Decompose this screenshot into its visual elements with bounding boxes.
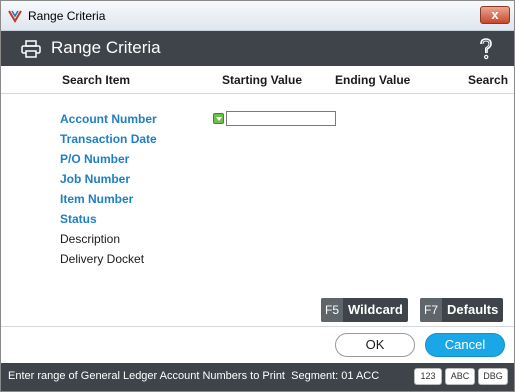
status-badge-abc: ABC [445, 368, 475, 385]
help-icon[interactable] [478, 38, 494, 60]
range-criteria-window: Range Criteria x Range Criteria Search I… [0, 0, 515, 392]
item-po-number[interactable]: P/O Number [60, 152, 129, 166]
title-bar: Range Criteria x [1, 1, 514, 31]
status-bar: Enter range of General Ledger Account Nu… [1, 363, 514, 391]
status-help-text: Enter range of General Ledger Account Nu… [8, 370, 285, 382]
footer-divider [1, 326, 514, 327]
header-bar: Range Criteria [1, 31, 514, 66]
defaults-label: Defaults [447, 302, 499, 317]
item-description[interactable]: Description [60, 232, 120, 246]
status-badge-dbg: DBG [478, 368, 508, 385]
wildcard-label: Wildcard [348, 302, 403, 317]
item-account-number[interactable]: Account Number [60, 112, 157, 126]
column-header-ending-value: Ending Value [335, 73, 411, 87]
account-number-start-input[interactable] [226, 111, 336, 126]
wildcard-button[interactable]: F5 Wildcard [321, 298, 408, 322]
status-message: Enter range of General Ledger Account Nu… [8, 370, 410, 382]
printer-icon [21, 40, 41, 58]
app-logo-icon [8, 10, 22, 23]
cancel-button[interactable]: Cancel [425, 333, 505, 357]
column-header-search: Search [468, 73, 509, 87]
status-segment: Segment: 01 ACC [291, 370, 380, 382]
wildcard-key: F5 [321, 298, 344, 322]
item-job-number[interactable]: Job Number [60, 172, 130, 186]
dropdown-arrow-icon[interactable] [213, 113, 224, 124]
item-status[interactable]: Status [60, 212, 97, 226]
column-header-search-item: Search Item [62, 73, 131, 87]
header-title: Range Criteria [51, 38, 161, 57]
defaults-key: F7 [420, 298, 443, 322]
item-delivery-docket[interactable]: Delivery Docket [60, 252, 144, 266]
header-divider [1, 93, 514, 94]
column-header-starting-value: Starting Value [222, 73, 303, 87]
item-transaction-date[interactable]: Transaction Date [60, 132, 157, 146]
item-item-number[interactable]: Item Number [60, 192, 133, 206]
status-badge-123: 123 [414, 368, 442, 385]
window-title: Range Criteria [28, 9, 106, 23]
defaults-button[interactable]: F7 Defaults [420, 298, 504, 322]
close-button[interactable]: x [480, 6, 510, 24]
ok-button[interactable]: OK [335, 333, 415, 357]
